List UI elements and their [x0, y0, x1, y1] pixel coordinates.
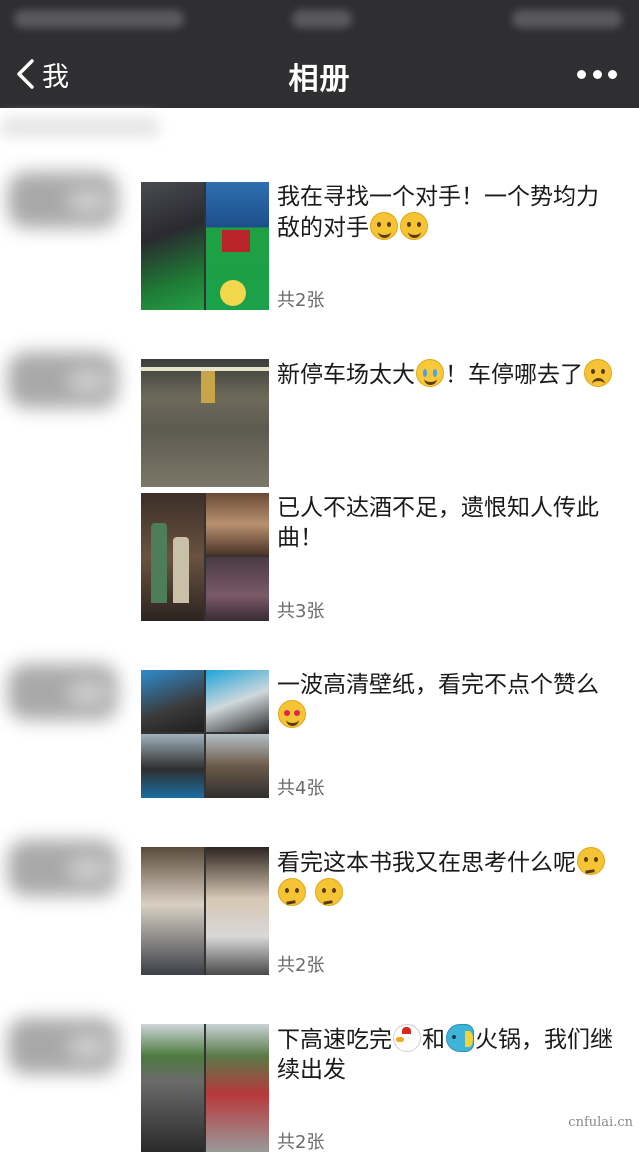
post-item[interactable]: 看完这本书我又在思考什么呢 共2张 — [141, 847, 621, 977]
photo-reading-1 — [141, 847, 204, 975]
photo-man-in-car — [141, 670, 204, 732]
post-thumbnail[interactable] — [141, 182, 269, 310]
date-label — [8, 352, 118, 408]
photo-bar-bottles — [141, 493, 204, 621]
tears-of-joy-icon — [400, 212, 428, 240]
thinking-face-icon — [278, 878, 306, 906]
photo-count: 共3张 — [277, 597, 324, 623]
photo-man-by-car — [141, 734, 204, 798]
post-item[interactable]: 一波高清壁纸，看完不点个赞么 共4张 — [141, 670, 621, 800]
post-caption: 新停车场太大！车停哪去了 — [277, 359, 617, 390]
nav-bar: 我 相册 — [0, 40, 639, 108]
date-label — [8, 172, 118, 228]
post-thumbnail[interactable] — [141, 493, 269, 621]
photo-reading-2 — [206, 847, 269, 975]
crying-face-icon — [416, 359, 444, 387]
thinking-face-icon — [577, 847, 605, 875]
post-item[interactable]: 下高速吃完和火锅，我们继续出发 共2张 — [141, 1024, 621, 1136]
post-item[interactable]: 我在寻找一个对手！一个势均力敌的对手 共2张 — [141, 182, 621, 312]
photo-billiards-table — [206, 182, 269, 310]
photo-count: 共2张 — [277, 1128, 324, 1154]
post-caption: 我在寻找一个对手！一个势均力敌的对手 — [277, 182, 617, 243]
post-thumbnail[interactable] — [141, 359, 269, 487]
post-thumbnail[interactable] — [141, 847, 269, 975]
heart-eyes-icon — [278, 700, 306, 728]
post-thumbnail[interactable] — [141, 670, 269, 798]
post-item[interactable]: 已人不达酒不足，遗恨知人传此曲！ 共3张 — [141, 493, 621, 623]
photo-highway — [141, 1024, 204, 1152]
status-bar — [0, 0, 639, 40]
thinking-face-icon — [315, 878, 343, 906]
page-title: 相册 — [0, 54, 639, 98]
photo-cocktail — [206, 557, 269, 621]
date-label — [8, 840, 118, 896]
post-caption: 一波高清壁纸，看完不点个赞么 — [277, 670, 617, 731]
photo-count: 共4张 — [277, 774, 324, 800]
date-label — [8, 664, 118, 720]
more-button[interactable] — [577, 62, 617, 86]
post-item[interactable]: 新停车场太大！车停哪去了 — [141, 359, 621, 487]
photo-man-sitting — [206, 734, 269, 798]
photo-car-door — [206, 670, 269, 732]
chicken-icon — [393, 1024, 421, 1052]
pensive-face-icon — [584, 359, 612, 387]
photo-parking-lot — [141, 359, 269, 487]
battery-blur — [512, 10, 622, 28]
photo-count: 共2张 — [277, 286, 324, 312]
photo-billiards-player — [141, 182, 204, 310]
time-blur — [292, 10, 352, 28]
post-caption: 下高速吃完和火锅，我们继续出发 — [277, 1024, 617, 1085]
carrier-blur — [14, 10, 184, 28]
post-thumbnail[interactable] — [141, 1024, 269, 1152]
post-caption: 已人不达酒不足，遗恨知人传此曲！ — [277, 493, 617, 553]
watermark: cnfulai.cn — [568, 1115, 633, 1130]
tears-of-joy-icon — [370, 212, 398, 240]
tropical-fish-icon — [446, 1024, 474, 1052]
photo-count: 共2张 — [277, 951, 324, 977]
post-caption: 看完这本书我又在思考什么呢 — [277, 847, 617, 909]
cover-blur — [0, 116, 160, 138]
date-label — [8, 1018, 118, 1074]
photo-whisky-glass — [206, 493, 269, 555]
photo-red-car — [206, 1024, 269, 1152]
more-dots-icon — [577, 70, 586, 79]
